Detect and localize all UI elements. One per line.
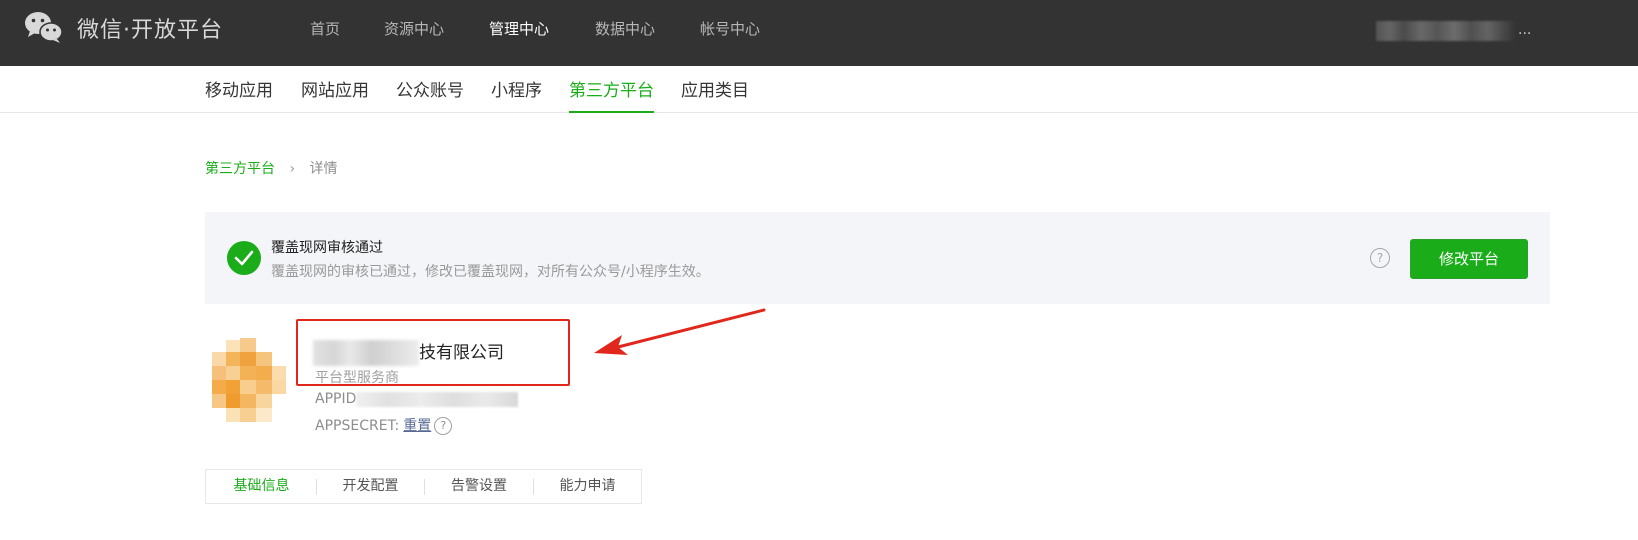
top-nav-home[interactable]: 首页	[310, 18, 340, 39]
status-description: 覆盖现网的审核已通过，修改已覆盖现网，对所有公众号/小程序生效。	[271, 264, 710, 280]
review-status-panel: 覆盖现网审核通过 覆盖现网的审核已通过，修改已覆盖现网，对所有公众号/小程序生效…	[205, 212, 1550, 304]
breadcrumb: 第三方平台 › 详情	[205, 158, 338, 178]
platform-appid: APPID	[315, 391, 519, 407]
subnav-official-accounts[interactable]: 公众账号	[396, 76, 464, 111]
top-nav-management[interactable]: 管理中心	[489, 18, 549, 39]
platform-avatar	[210, 338, 288, 424]
tab-capability-apply[interactable]: 能力申请	[534, 470, 641, 503]
subnav-app-categories[interactable]: 应用类目	[681, 76, 749, 111]
breadcrumb-parent-link[interactable]: 第三方平台	[205, 161, 275, 177]
tab-basic-info[interactable]: 基础信息	[206, 470, 317, 503]
tab-alert-settings[interactable]: 告警设置	[425, 470, 533, 503]
top-nav-account[interactable]: 帐号中心	[700, 18, 760, 39]
top-nav-data[interactable]: 数据中心	[595, 18, 655, 39]
wechat-logo-icon[interactable]	[24, 10, 64, 44]
appsecret-help-icon[interactable]: ?	[434, 417, 453, 435]
appid-value-redacted	[356, 391, 519, 407]
help-icon[interactable]: ?	[1370, 248, 1390, 268]
reset-appsecret-link[interactable]: 重置	[403, 418, 431, 434]
account-ellipsis: ...	[1518, 22, 1532, 38]
subnav-website-apps[interactable]: 网站应用	[301, 76, 369, 111]
top-nav-resources[interactable]: 资源中心	[384, 18, 444, 39]
arrow-annotation-icon	[594, 308, 766, 355]
detail-tabs: 基础信息 开发配置 告警设置 能力申请	[205, 469, 642, 504]
breadcrumb-separator-icon: ›	[289, 161, 296, 177]
highlight-box-annotation	[296, 319, 570, 386]
tab-dev-config[interactable]: 开发配置	[317, 470, 424, 503]
account-menu[interactable]: ...	[1376, 18, 1536, 44]
status-title: 覆盖现网审核通过	[271, 240, 383, 256]
breadcrumb-current: 详情	[309, 161, 338, 177]
subnav-mobile-apps[interactable]: 移动应用	[205, 76, 273, 111]
modify-platform-button[interactable]: 修改平台	[1410, 239, 1528, 279]
account-name-redacted	[1376, 21, 1516, 41]
appsecret-label: APPSECRET:	[315, 418, 400, 434]
top-bar: 微信·开放平台 首页 资源中心 管理中心 数据中心 帐号中心 ...	[0, 0, 1638, 66]
subnav-third-party-platform[interactable]: 第三方平台	[569, 76, 654, 113]
sub-nav: 移动应用 网站应用 公众账号 小程序 第三方平台 应用类目	[0, 66, 1638, 113]
platform-appsecret: APPSECRET: 重置?	[315, 415, 453, 435]
check-circle-icon	[227, 241, 261, 275]
subnav-mini-programs[interactable]: 小程序	[491, 76, 542, 111]
brand-title[interactable]: 微信·开放平台	[77, 12, 223, 44]
appid-label: APPID	[315, 391, 357, 407]
